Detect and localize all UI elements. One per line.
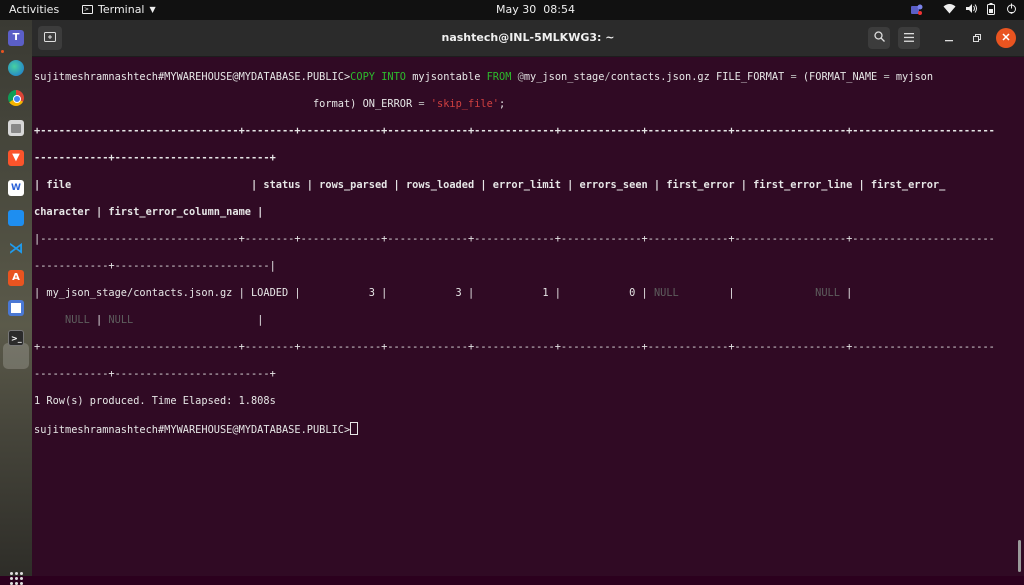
equals-operator: = — [790, 70, 797, 83]
on-error-value: 'skip_file' — [430, 97, 499, 110]
top-bar: Activities > Terminal ▼ May 30 08:54 — [0, 0, 1024, 20]
null-value: NULL — [815, 286, 840, 299]
app-menu[interactable]: > Terminal ▼ — [82, 3, 156, 16]
close-button[interactable] — [996, 28, 1016, 48]
format-name-option: (FORMAT_NAME — [802, 70, 878, 83]
format-name-value-cont: format) — [312, 97, 357, 110]
statement-terminator: ; — [499, 97, 506, 110]
minimize-button[interactable] — [938, 27, 960, 49]
table-header-wrap: character | first_error_column_name | — [34, 205, 264, 218]
row-separator: | — [133, 313, 264, 326]
chrome-icon[interactable] — [8, 90, 24, 106]
text-editor-icon[interactable] — [8, 300, 24, 316]
show-apps-icon[interactable] — [10, 572, 23, 585]
row-separator: | — [678, 286, 816, 299]
terminal-output[interactable]: sujitmeshramnashtech#MYWAREHOUSE@MYDATAB… — [34, 56, 1016, 576]
volume-icon[interactable] — [965, 3, 978, 17]
table-name: myjsontable — [412, 70, 481, 83]
command-line-2: format) ON_ERROR = 'skip_file'; — [34, 98, 1016, 112]
shell-prompt: sujitmeshramnashtech#MYWAREHOUSE@MYDATAB… — [34, 423, 351, 436]
on-error-option: ON_ERROR — [362, 97, 413, 110]
stage-name: my_json_stage — [523, 70, 605, 83]
clock-time: 08:54 — [543, 3, 575, 16]
file-format-option: FILE_FORMAT — [716, 70, 785, 83]
brave-icon[interactable]: ▼ — [8, 150, 24, 166]
sql-keyword: FROM — [486, 70, 512, 83]
equals-operator: = — [883, 70, 890, 83]
edge-icon[interactable] — [8, 60, 24, 76]
table-row-wrap: NULL | NULL | — [34, 314, 1016, 328]
remote-desktop-icon[interactable] — [8, 210, 24, 226]
table-border-bottom: +--------------------------------+------… — [34, 340, 995, 353]
equals-operator: = — [418, 97, 425, 110]
table-border-mid: |--------------------------------+------… — [34, 232, 995, 245]
terminal-scrollbar[interactable] — [1018, 540, 1021, 572]
shell-prompt: sujitmeshramnashtech#MYWAREHOUSE@MYDATAB… — [34, 70, 351, 83]
sql-keyword: COPY — [350, 70, 375, 83]
power-menu-icon[interactable] — [1006, 3, 1017, 17]
search-button[interactable] — [868, 27, 890, 49]
docs-icon[interactable]: W — [8, 180, 24, 196]
vscode-icon[interactable]: ⋊ — [8, 240, 24, 256]
teams-tray-icon[interactable] — [910, 3, 923, 19]
null-value: NULL — [108, 313, 134, 326]
terminal-app-icon: > — [82, 5, 93, 14]
teams-icon[interactable]: T — [8, 30, 24, 46]
row-indent — [34, 314, 65, 326]
table-border-top-wrap: ------------+-------------------------+ — [34, 151, 276, 164]
row-separator: | — [839, 286, 853, 299]
wifi-icon[interactable] — [943, 3, 956, 17]
active-app-indicator — [1, 50, 4, 53]
terminal-window: nashtech@INL-5MLKWG3: ~ sujitmeshramnash… — [32, 20, 1024, 576]
sql-keyword: INTO — [381, 70, 406, 83]
table-border-top: +--------------------------------+------… — [34, 124, 995, 137]
file-name: contacts.json.gz — [610, 70, 710, 83]
software-center-icon[interactable]: A — [8, 270, 24, 286]
null-value: NULL — [653, 286, 679, 299]
files-icon[interactable] — [8, 120, 24, 136]
table-border-mid-wrap: ------------+-------------------------| — [34, 259, 276, 272]
result-summary: 1 Row(s) produced. Time Elapsed: 1.808s — [34, 394, 276, 407]
restore-button[interactable] — [966, 27, 988, 49]
chevron-down-icon: ▼ — [149, 5, 156, 14]
table-border-bottom-wrap: ------------+-------------------------+ — [34, 367, 276, 380]
row-separator: | — [89, 313, 109, 326]
clock-date: May 30 — [496, 3, 537, 16]
window-header-bar[interactable]: nashtech@INL-5MLKWG3: ~ — [32, 20, 1024, 57]
battery-icon[interactable] — [987, 3, 995, 18]
terminal-icon[interactable]: >_ — [8, 330, 24, 346]
null-value: NULL — [65, 313, 90, 326]
format-name-value: myjson — [895, 70, 934, 83]
dock: T ▼ W ⋊ A >_ — [0, 20, 32, 585]
text-cursor — [350, 421, 359, 435]
clock[interactable]: May 30 08:54 — [496, 3, 575, 16]
command-line-current[interactable]: sujitmeshramnashtech#MYWAREHOUSE@MYDATAB… — [34, 421, 1016, 436]
activities-button[interactable]: Activities — [9, 3, 59, 16]
row-values: | my_json_stage/contacts.json.gz | LOADE… — [34, 286, 654, 299]
table-row: | my_json_stage/contacts.json.gz | LOADE… — [34, 287, 1016, 301]
table-header: | file | status | rows_parsed | rows_loa… — [34, 178, 946, 191]
command-line-1: sujitmeshramnashtech#MYWAREHOUSE@MYDATAB… — [34, 71, 1016, 85]
app-menu-label: Terminal — [98, 3, 145, 16]
hamburger-menu-button[interactable] — [898, 27, 920, 49]
